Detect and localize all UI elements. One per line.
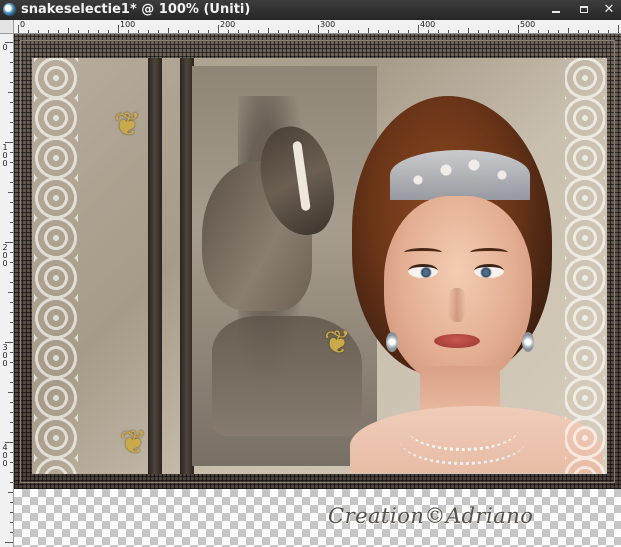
ruler-label: 0 [2, 43, 8, 52]
lace-border-right [565, 58, 605, 474]
maximize-icon [580, 6, 588, 13]
ruler-label: 0 [20, 20, 26, 29]
earring-left [386, 332, 398, 352]
paint-program-icon [3, 3, 16, 16]
close-button[interactable]: ✕ [596, 1, 621, 19]
ruler-label: 400 [2, 443, 8, 468]
window-title: snakeselectie1* @ 100% (Uniti) [21, 2, 251, 17]
eyebrow-left [404, 248, 442, 257]
minimize-icon [552, 11, 560, 13]
ruler-label: 500 [520, 20, 536, 29]
artwork-scene: ❦ ❦ ❦ [32, 58, 607, 474]
butterfly-icon: ❦ [120, 423, 147, 461]
ruler-corner [0, 20, 14, 34]
ruler-label: 100 [120, 20, 136, 29]
ruler-label: 200 [220, 20, 236, 29]
close-icon: ✕ [603, 2, 615, 17]
ruler-label: 100 [2, 143, 8, 168]
butterfly-icon: ❦ [324, 323, 351, 361]
butterfly-icon: ❦ [114, 105, 141, 143]
vertical-ruler-ticks [5, 42, 13, 543]
maximize-button[interactable] [571, 1, 597, 19]
dark-divider-bar [148, 58, 162, 474]
ruler-label: 300 [320, 20, 336, 29]
eyebrow-right [470, 248, 508, 257]
lace-border-left [34, 58, 78, 474]
pearl-necklace [400, 416, 526, 465]
eye-left [408, 264, 438, 278]
title-bar[interactable]: snakeselectie1* @ 100% (Uniti) ✕ [0, 0, 621, 20]
vertical-ruler[interactable]: 0 100 200 300 400 [0, 34, 14, 547]
horizontal-ruler[interactable]: 0 100 200 300 400 500 [14, 20, 621, 34]
earring-right [522, 332, 534, 352]
ruler-label: 200 [2, 243, 8, 268]
tiara [390, 150, 530, 200]
nose [448, 288, 466, 322]
lips [434, 334, 480, 348]
ruler-label: 400 [420, 20, 436, 29]
image-canvas[interactable]: ❦ ❦ ❦ Creation©Adriano [14, 34, 621, 547]
minimize-button[interactable] [543, 1, 569, 19]
woven-frame-border: ❦ ❦ ❦ [14, 34, 621, 489]
ruler-label: 300 [2, 343, 8, 368]
image-window: snakeselectie1* @ 100% (Uniti) ✕ 0 100 2… [0, 0, 621, 547]
signature-watermark: Creation©Adriano [328, 504, 534, 528]
eye-right [474, 264, 504, 278]
